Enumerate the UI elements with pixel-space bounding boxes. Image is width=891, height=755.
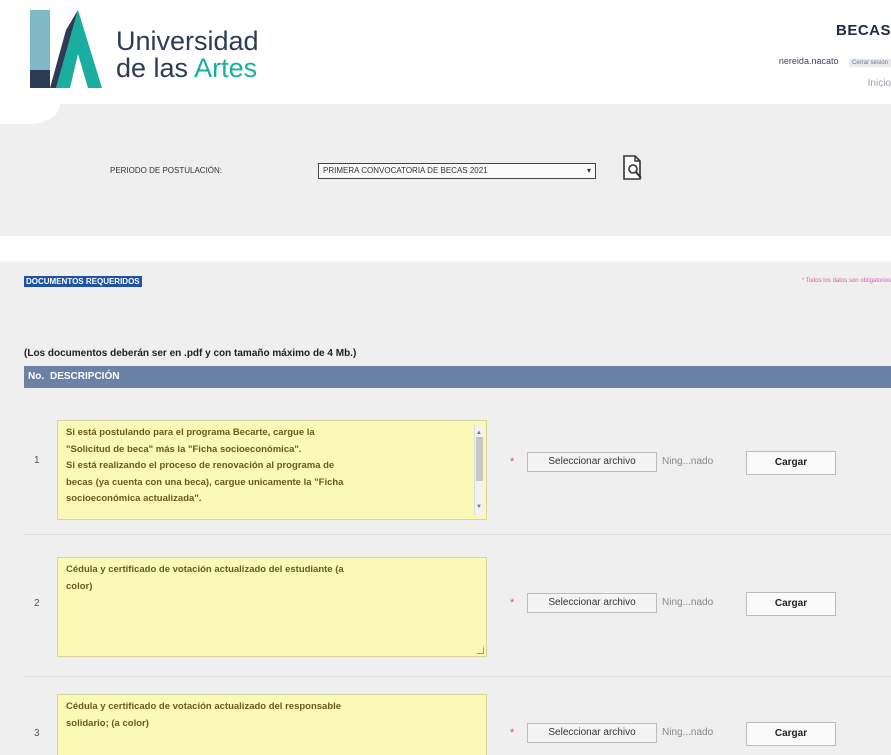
description-line: Cédula y certificado de votación actuali…	[66, 564, 344, 575]
university-name: Universidad de las Artes	[116, 28, 259, 82]
username: nereida.nacato	[778, 56, 839, 66]
home-link[interactable]: Inicio	[868, 78, 891, 89]
required-note: * Todos los datos son obligatorios	[801, 278, 891, 284]
required-asterisk: *	[510, 456, 515, 468]
textarea-scrollbar[interactable]: ▲ ▼	[474, 425, 484, 515]
description-line: Cédula y certificado de votación actuali…	[66, 701, 342, 712]
select-file-button[interactable]: Seleccionar archivo	[527, 723, 657, 743]
description-textarea[interactable]: Si está postulando para el programa Beca…	[57, 420, 487, 520]
description-line: becas (ya cuenta con una beca), cargue u…	[66, 476, 344, 488]
university-logo	[30, 10, 102, 88]
file-status: Ning...nado	[662, 456, 714, 467]
logo-line1: Universidad	[116, 26, 259, 56]
description-line: Si está postulando para el programa Beca…	[66, 427, 315, 438]
documents-note: (Los documentos deberán ser en .pdf y co…	[24, 348, 357, 359]
scroll-down-icon[interactable]: ▼	[476, 499, 482, 516]
description-line: solidario; (a color)	[66, 717, 149, 729]
logo-line2-accent: Artes	[194, 53, 258, 83]
table-header: No. DESCRIPCIÓN	[24, 366, 891, 388]
upload-button[interactable]: Cargar	[746, 722, 836, 746]
chevron-down-icon: ▾	[586, 166, 591, 175]
description-line: color)	[66, 580, 93, 592]
file-status: Ning...nado	[662, 597, 714, 608]
upload-button[interactable]: Cargar	[746, 451, 836, 475]
file-status: Ning...nado	[662, 727, 714, 738]
description-line: Si está realizando el proceso de renovac…	[66, 460, 335, 471]
documents-title: DOCUMENTOS REQUERIDOS	[24, 276, 142, 287]
page-header: Universidad de las Artes BECAS nereida.n…	[0, 0, 891, 104]
description-line: "Solicitud de beca" más la "Ficha socioe…	[66, 443, 302, 455]
user-info: nereida.nacato Cerrar sesión	[779, 56, 891, 67]
period-label: PERIODO DE POSTULACIÓN:	[110, 166, 223, 175]
upload-button[interactable]: Cargar	[746, 592, 836, 616]
logout-button[interactable]: Cerrar sesión	[848, 59, 891, 67]
description-textarea[interactable]: Cédula y certificado de votación actuali…	[57, 557, 487, 657]
required-asterisk: *	[510, 727, 515, 739]
row-number: 3	[34, 728, 40, 739]
column-header-no: No.	[28, 371, 45, 382]
period-select[interactable]: PRIMERA CONVOCATORIA DE BECAS 2021 ▾	[318, 163, 596, 179]
select-file-button[interactable]: Seleccionar archivo	[527, 452, 657, 472]
scrollbar-thumb[interactable]	[476, 437, 483, 481]
logo-line2: de las Artes	[116, 55, 259, 82]
document-search-icon[interactable]	[622, 155, 644, 181]
select-file-button[interactable]: Seleccionar archivo	[527, 593, 657, 613]
required-asterisk: *	[510, 597, 515, 609]
description-textarea[interactable]: Cédula y certificado de votación actuali…	[57, 694, 487, 755]
description-line: socioeconómica actualizada".	[66, 493, 202, 504]
logo-line2-prefix: de las	[116, 53, 195, 83]
row-divider	[24, 534, 891, 535]
row-divider	[24, 676, 891, 677]
row-number: 1	[34, 455, 40, 466]
resize-grip-icon[interactable]	[477, 647, 484, 654]
row-number: 2	[34, 598, 40, 609]
column-header-description: DESCRIPCIÓN	[50, 371, 120, 382]
app-title: BECAS	[835, 22, 891, 39]
period-select-value: PRIMERA CONVOCATORIA DE BECAS 2021	[323, 166, 488, 175]
